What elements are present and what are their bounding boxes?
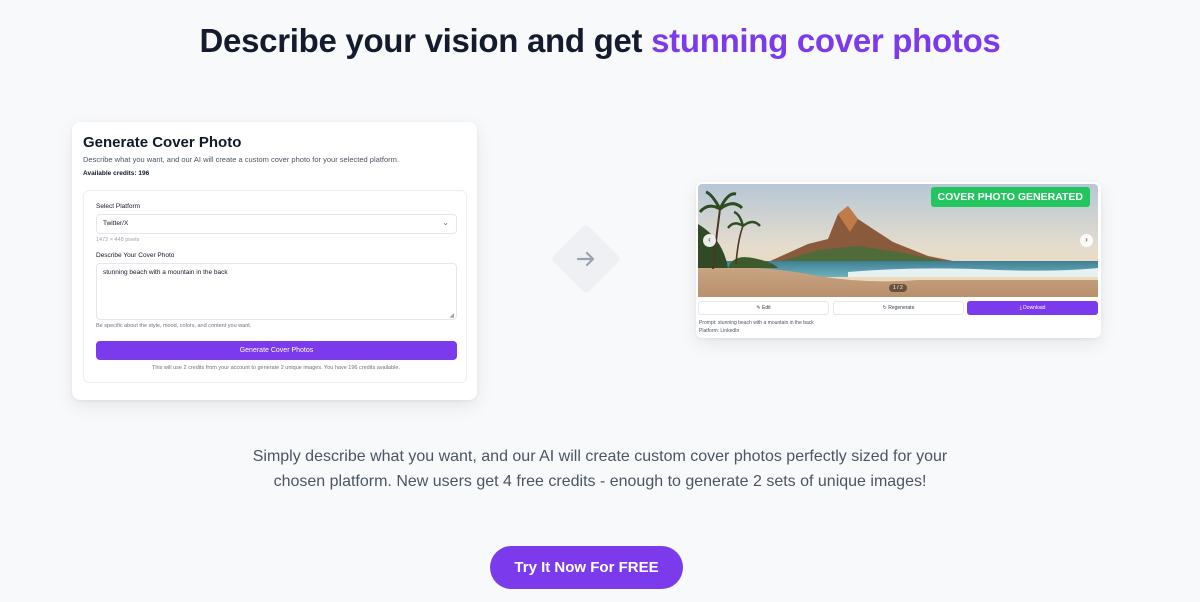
refresh-icon: ↻ xyxy=(882,305,887,311)
image-counter: 1 / 2 xyxy=(889,284,907,292)
resize-grip-icon[interactable]: ◢ xyxy=(449,312,454,319)
regenerate-button-label: Regenerate xyxy=(888,305,915,311)
generator-title: Generate Cover Photo xyxy=(83,134,242,151)
platform-select[interactable]: Twitter/X ⌄ xyxy=(96,214,457,234)
credits-label: Available credits: 196 xyxy=(83,170,150,177)
generator-form: Select Platform Twitter/X ⌄ 1472 × 448 p… xyxy=(83,190,467,383)
platform-meta: Platform: LinkedIn xyxy=(699,328,740,334)
generate-button[interactable]: Generate Cover Photos xyxy=(96,341,457,360)
try-free-button[interactable]: Try It Now For FREE xyxy=(490,546,683,589)
chevron-down-icon: ⌄ xyxy=(442,218,449,227)
credits-note: This will use 2 credits from your accoun… xyxy=(152,365,400,371)
platform-select-value: Twitter/X xyxy=(103,220,129,227)
prompt-hint: Be specific about the style, mood, color… xyxy=(96,323,252,329)
edit-button[interactable]: ✎ Edit xyxy=(698,301,829,315)
generated-badge: COVER PHOTO GENERATED xyxy=(930,187,1090,207)
headline-accent: stunning cover photos xyxy=(651,22,1001,59)
platform-size-hint: 1472 × 448 pixels xyxy=(96,237,140,243)
download-button-label: Download xyxy=(1023,305,1046,311)
edit-icon: ✎ xyxy=(756,305,761,311)
download-button[interactable]: ⤓ Download xyxy=(967,301,1098,315)
regenerate-button[interactable]: ↻ Regenerate xyxy=(833,301,964,315)
prompt-textarea-value: stunning beach with a mountain in the ba… xyxy=(103,269,228,276)
prompt-textarea[interactable]: stunning beach with a mountain in the ba… xyxy=(96,263,457,320)
platform-label: Select Platform xyxy=(96,203,141,210)
result-card: COVER PHOTO GENERATED ‹ › 1 / 2 ✎ Edit ↻… xyxy=(696,182,1101,338)
subtitle-text: Simply describe what you want, and our A… xyxy=(252,448,948,490)
arrow-right-icon xyxy=(576,251,595,267)
prompt-meta: Prompt: stunning beach with a mountain i… xyxy=(699,320,814,326)
result-actions: ✎ Edit ↻ Regenerate ⤓ Download xyxy=(698,301,1098,315)
chevron-left-icon[interactable]: ‹ xyxy=(703,234,716,247)
headline-text: Describe your vision and get xyxy=(199,22,652,59)
prompt-label: Describe Your Cover Photo xyxy=(96,252,175,259)
generator-card: Generate Cover Photo Describe what you w… xyxy=(72,122,477,400)
edit-button-label: Edit xyxy=(761,305,771,311)
chevron-right-icon[interactable]: › xyxy=(1080,234,1093,247)
page-headline: Describe your vision and get stunning co… xyxy=(0,22,1200,60)
generated-photo: COVER PHOTO GENERATED ‹ › 1 / 2 xyxy=(698,184,1098,297)
download-icon: ⤓ xyxy=(1019,305,1022,311)
generator-description: Describe what you want, and our AI will … xyxy=(83,155,399,164)
